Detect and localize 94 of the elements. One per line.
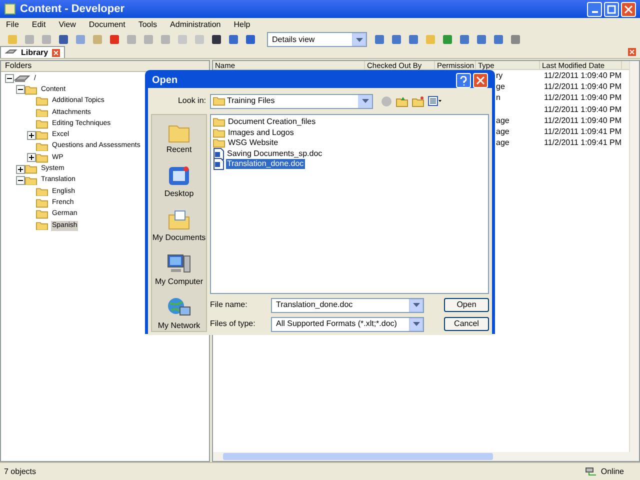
field-label: File name: (210, 300, 248, 310)
table-cell: age (496, 116, 510, 125)
pane-header: Folders (1, 61, 209, 72)
table-cell: age (496, 127, 510, 136)
list-entry[interactable]: WSG Website (227, 138, 280, 148)
list-entry[interactable]: Document Creation_files (227, 117, 317, 128)
menu-item[interactable]: Administration (168, 20, 223, 30)
desktop-icon (168, 165, 190, 187)
place-item[interactable]: My Documents (152, 206, 206, 243)
table-cell: ge (496, 82, 505, 91)
file-type-select[interactable]: All Supported Formats (*.xlt;*.doc) (271, 316, 424, 332)
folder-icon (213, 117, 225, 128)
close-button[interactable] (621, 2, 636, 16)
minimize-icon (592, 10, 598, 12)
maximize-button[interactable] (604, 2, 619, 16)
table-cell-text: 11/2/2011 1:09:40 PM (543, 104, 623, 115)
vertical-scrollbar[interactable] (629, 61, 639, 452)
view-select[interactable]: Details view (267, 32, 367, 47)
list-entry[interactable]: Translation_done.doc (226, 159, 305, 170)
new-folder-icon[interactable] (412, 96, 424, 106)
place-item[interactable]: My Network (158, 294, 200, 331)
documents-folder-icon (168, 209, 190, 231)
close-icon (624, 4, 633, 14)
close-icon (476, 76, 485, 85)
folder-icon (25, 164, 37, 174)
look-in-select[interactable]: Training Files (210, 94, 373, 108)
folder-icon (36, 130, 48, 140)
table-cell: age (496, 138, 510, 148)
status-text: 7 objects (4, 466, 38, 476)
folder-icon (36, 186, 48, 196)
collapse-icon[interactable] (4, 74, 14, 84)
folder-icon (213, 96, 225, 106)
place-item[interactable]: My Computer (154, 250, 203, 287)
close-button[interactable] (473, 73, 488, 88)
folder-icon (36, 152, 48, 163)
table-cell-text: 11/2/2011 1:09:40 PM (543, 116, 623, 126)
table-cell-text: 11/2/2011 1:09:40 PM (543, 82, 623, 92)
folder-icon (36, 119, 48, 129)
collapse-icon[interactable] (16, 176, 24, 185)
close-icon[interactable] (628, 48, 636, 56)
status-text: Online (600, 466, 624, 476)
tab[interactable]: Library (0, 46, 66, 58)
expand-icon[interactable] (26, 153, 36, 162)
table-cell: ry (496, 70, 503, 80)
computer-icon (166, 253, 191, 275)
folder-icon (213, 128, 225, 138)
document-icon (213, 148, 224, 160)
folder-icon (36, 209, 48, 219)
menu-item[interactable]: Edit (30, 20, 48, 30)
up-folder-icon[interactable] (396, 96, 408, 106)
field-label: Files of type: (210, 319, 256, 329)
app-icon (4, 3, 16, 15)
maximize-icon (607, 4, 616, 14)
folder-icon (36, 142, 48, 152)
table-cell-text: 11/2/2011 1:09:41 PM (543, 138, 623, 148)
connection-icon (584, 466, 597, 476)
document-icon (213, 158, 224, 170)
place-item[interactable]: Desktop (164, 162, 194, 199)
cancel-button[interactable]: Cancel (444, 317, 489, 331)
dialog-title: Open (152, 76, 179, 86)
list-entry[interactable]: Saving Documents_sp.doc (226, 148, 324, 159)
menu-item[interactable]: Help (232, 20, 252, 30)
expand-icon[interactable] (26, 130, 36, 140)
place-item[interactable]: Recent (166, 118, 192, 155)
horizontal-scrollbar[interactable] (213, 452, 639, 461)
field-label: Look in: (176, 96, 206, 106)
expand-icon[interactable] (16, 164, 24, 174)
folder-icon (213, 138, 225, 148)
table-cell-text: 11/2/2011 1:09:40 PM (543, 70, 623, 81)
menu-item[interactable]: Document (86, 20, 128, 30)
collapse-icon[interactable] (16, 85, 24, 94)
open-button[interactable]: Open (444, 298, 489, 312)
folder-icon (25, 176, 37, 186)
menu-item[interactable]: Tools (136, 20, 160, 30)
folder-icon (36, 220, 48, 230)
folder-icon (25, 85, 37, 95)
list-entry[interactable]: Images and Logos (227, 128, 295, 138)
drive-icon (14, 74, 30, 83)
drive-icon (5, 49, 17, 56)
view-menu-icon[interactable] (428, 96, 442, 106)
help-button[interactable] (456, 73, 471, 88)
folder-icon (36, 96, 48, 106)
table-cell-text: 11/2/2011 1:09:41 PM (543, 127, 623, 138)
close-icon[interactable] (52, 48, 60, 56)
file-name-field[interactable]: Translation_done.doc (271, 298, 424, 312)
folder-icon (168, 123, 190, 143)
folder-icon (36, 108, 48, 118)
minimize-button[interactable] (587, 2, 602, 16)
menu-item[interactable]: View (56, 20, 78, 30)
window-title: Content - Developer (20, 4, 126, 14)
menu-item[interactable]: File (4, 20, 21, 30)
table-cell: n (496, 93, 500, 102)
folder-icon (36, 198, 48, 208)
table-cell-text: 11/2/2011 1:09:40 PM (543, 93, 623, 104)
